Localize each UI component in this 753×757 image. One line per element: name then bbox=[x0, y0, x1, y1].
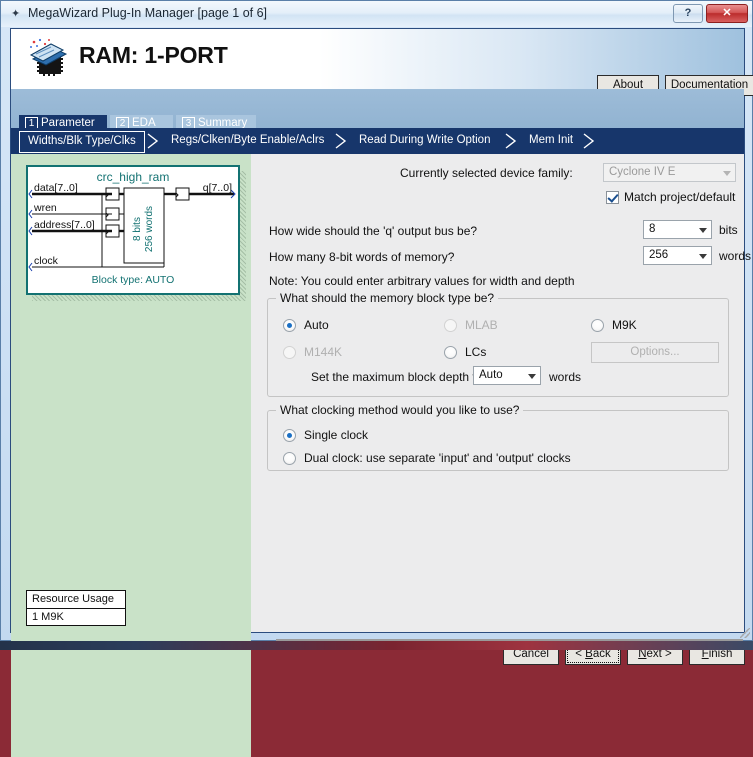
match-project-checkbox[interactable] bbox=[606, 191, 619, 204]
chevron-right-icon-3 bbox=[503, 132, 519, 150]
max-block-depth-value: Auto bbox=[479, 369, 503, 381]
help-button[interactable]: ? bbox=[673, 4, 703, 23]
desktop-background-strip bbox=[0, 641, 753, 650]
memory-block-type-legend: What should the memory block type be? bbox=[280, 291, 495, 305]
depth-question-label: How many 8-bit words of memory? bbox=[269, 250, 455, 264]
altera-megafunction-chip-icon bbox=[25, 37, 71, 81]
breadcrumb-regs-clken-byte-enable-aclrs[interactable]: Regs/Clken/Byte Enable/Aclrs bbox=[167, 131, 328, 151]
depth-combo[interactable]: 256 bbox=[643, 246, 712, 265]
pin-wren: wren bbox=[34, 202, 57, 214]
breadcrumb-mem-init[interactable]: Mem Init bbox=[525, 131, 577, 151]
svg-text:256 words: 256 words bbox=[144, 206, 155, 252]
breadcrumb-read-during-write-option[interactable]: Read During Write Option bbox=[355, 131, 494, 151]
page-title: RAM: 1-PORT bbox=[79, 42, 228, 68]
radio-single-clock-label: Single clock bbox=[304, 428, 369, 442]
device-family-label: Currently selected device family: bbox=[400, 166, 573, 180]
ram-block-symbol: crc_high_ram 8 bits 256 words data[7..0]… bbox=[26, 165, 240, 295]
width-combo[interactable]: 8 bbox=[643, 220, 712, 239]
radio-auto[interactable] bbox=[283, 319, 296, 332]
depth-unit-label: words bbox=[719, 249, 752, 263]
megawizard-window: ✦ MegaWizard Plug-In Manager [page 1 of … bbox=[0, 0, 753, 757]
max-block-depth-combo[interactable]: Auto bbox=[473, 366, 541, 385]
wizard-wand-icon: ✦ bbox=[11, 8, 21, 20]
clocking-method-legend: What clocking method would you like to u… bbox=[280, 403, 520, 417]
pin-q: q[7..0] bbox=[202, 182, 232, 194]
radio-m144k[interactable] bbox=[283, 346, 296, 359]
radio-m144k-label: M144K bbox=[304, 345, 343, 359]
width-question-label: How wide should the 'q' output bus be? bbox=[269, 224, 478, 238]
symbol-block-type-note: Block type: AUTO bbox=[91, 274, 175, 286]
device-family-combo[interactable]: Cyclone IV E bbox=[603, 163, 736, 182]
symbol-preview-pane: crc_high_ram 8 bits 256 words data[7..0]… bbox=[11, 154, 251, 632]
pin-address: address[7..0] bbox=[34, 219, 95, 231]
chevron-down-icon-width bbox=[699, 228, 707, 233]
radio-m9k[interactable] bbox=[591, 319, 604, 332]
radio-m9k-label: M9K bbox=[612, 318, 637, 332]
chevron-right-icon-4 bbox=[581, 132, 597, 150]
radio-lcs-label: LCs bbox=[465, 345, 487, 359]
device-family-value: Cyclone IV E bbox=[609, 166, 676, 178]
parameter-form: Currently selected device family: Cyclon… bbox=[251, 154, 751, 632]
radio-mlab[interactable] bbox=[444, 319, 457, 332]
radio-dual-clock-label: Dual clock: use separate 'input' and 'ou… bbox=[304, 451, 571, 465]
breadcrumb: Widths/Blk Type/Clks Regs/Clken/Byte Ena… bbox=[11, 128, 744, 154]
match-project-label: Match project/default bbox=[624, 190, 736, 204]
radio-dual-clock[interactable] bbox=[283, 452, 296, 465]
breadcrumb-widths-blk-type-clks[interactable]: Widths/Blk Type/Clks bbox=[19, 131, 145, 153]
chevron-down-icon-device bbox=[723, 171, 731, 176]
close-button[interactable]: ✕ bbox=[706, 4, 748, 23]
resource-usage-header: Resource Usage bbox=[27, 591, 125, 609]
block-type-options-button[interactable]: Options... bbox=[591, 342, 719, 363]
width-value: 8 bbox=[649, 223, 656, 235]
resource-usage-box: Resource Usage 1 M9K bbox=[26, 590, 126, 626]
radio-auto-label: Auto bbox=[304, 318, 329, 332]
chevron-down-icon-maxdepth bbox=[528, 374, 536, 379]
arbitrary-values-note: Note: You could enter arbitrary values f… bbox=[269, 274, 575, 288]
radio-mlab-label: MLAB bbox=[465, 318, 498, 332]
radio-lcs[interactable] bbox=[444, 346, 457, 359]
width-unit-label: bits bbox=[719, 223, 738, 237]
resource-usage-value: 1 M9K bbox=[32, 611, 64, 623]
title-bar: ✦ MegaWizard Plug-In Manager [page 1 of … bbox=[1, 1, 752, 27]
max-block-depth-unit-label: words bbox=[549, 370, 582, 384]
max-block-depth-label: Set the maximum block depth to bbox=[311, 370, 483, 384]
pin-data: data[7..0] bbox=[34, 182, 78, 194]
pin-clock: clock bbox=[34, 255, 58, 267]
resize-grip[interactable] bbox=[740, 628, 750, 638]
dialog-body: crc_high_ram 8 bits 256 words data[7..0]… bbox=[11, 154, 751, 757]
chevron-right-icon-2 bbox=[333, 132, 349, 150]
dialog-content: RAM: 1-PORT About Documentation 1 Paramet… bbox=[10, 28, 753, 757]
app-header: RAM: 1-PORT About Documentation bbox=[11, 29, 753, 96]
chevron-right-icon-1 bbox=[145, 132, 161, 150]
depth-value: 256 bbox=[649, 249, 669, 261]
svg-text:8 bits: 8 bits bbox=[132, 217, 143, 241]
window-title: MegaWizard Plug-In Manager [page 1 of 6] bbox=[28, 6, 268, 20]
radio-single-clock[interactable] bbox=[283, 429, 296, 442]
symbol-pane-bottom bbox=[11, 632, 251, 757]
chevron-down-icon-depth bbox=[699, 254, 707, 259]
